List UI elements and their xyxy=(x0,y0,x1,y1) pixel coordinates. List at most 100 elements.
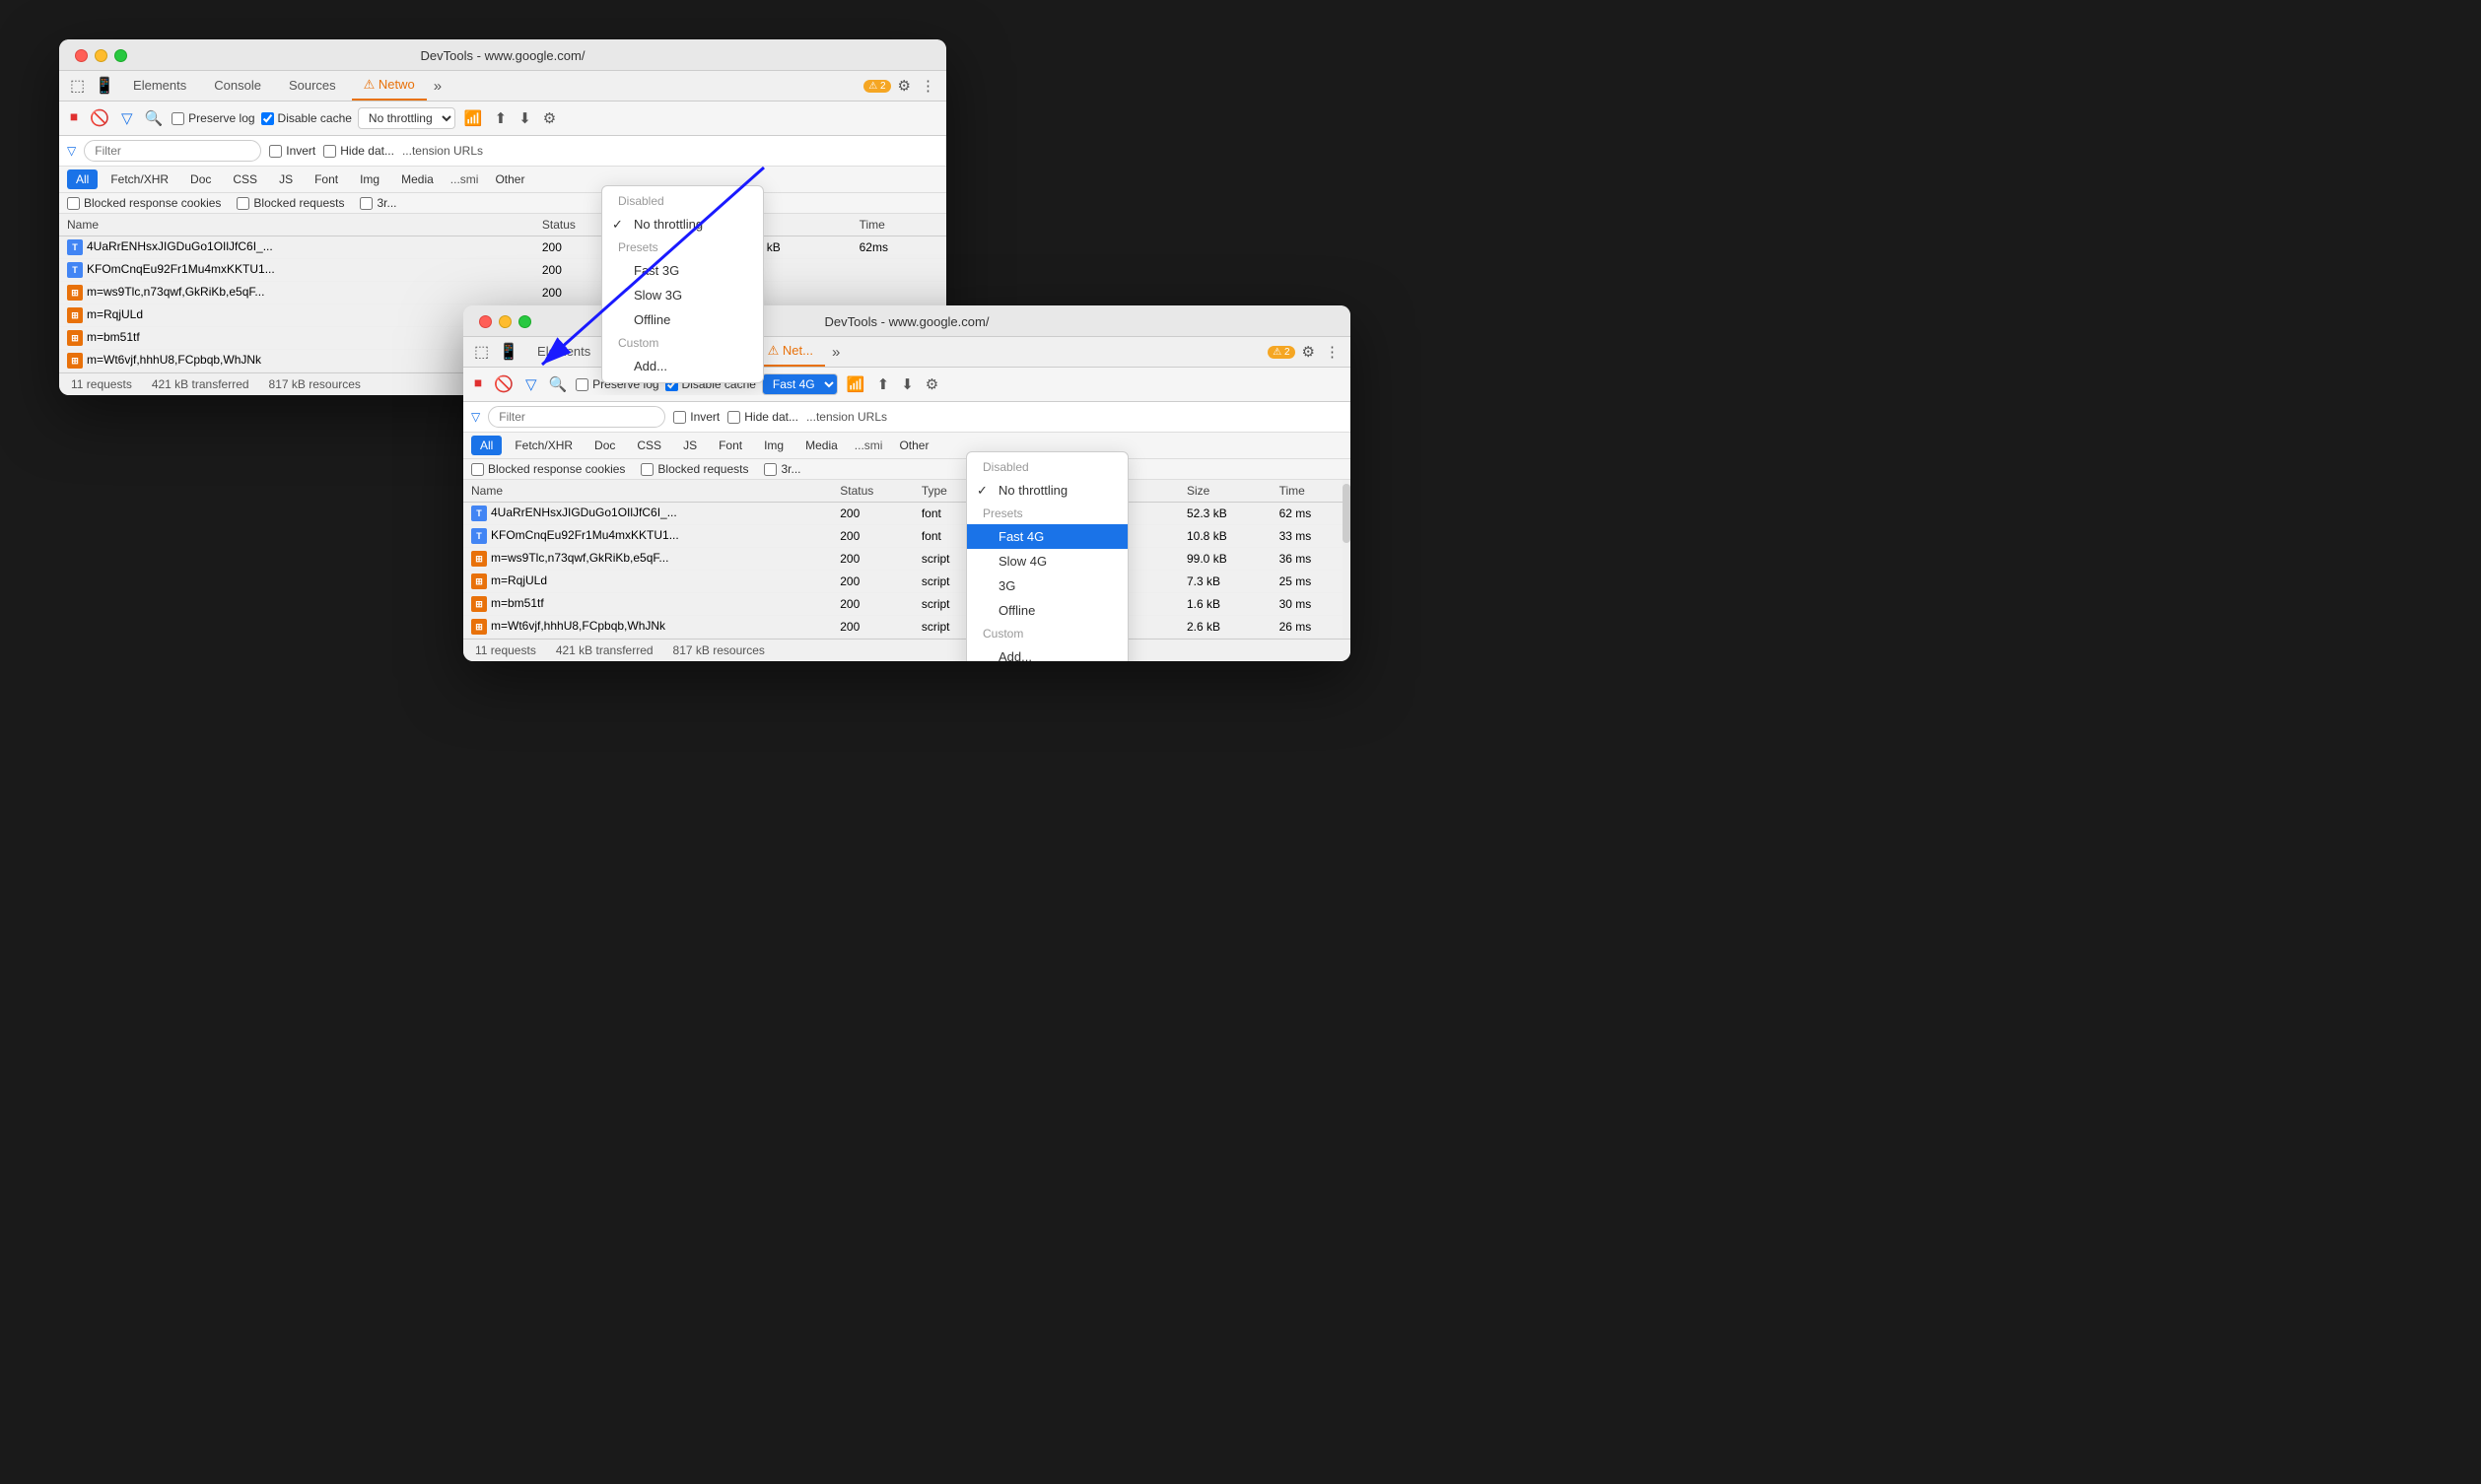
tab-sources[interactable]: Sources xyxy=(277,72,348,101)
download-icon-2[interactable]: ⬇ xyxy=(898,372,917,396)
preserve-log-checkbox-2[interactable] xyxy=(576,378,588,391)
blocked-cookies-label-2[interactable]: Blocked response cookies xyxy=(471,462,625,476)
more-options-icon[interactable]: ⋮ xyxy=(918,74,938,98)
type-js-2[interactable]: JS xyxy=(674,436,706,455)
clear-icon-2[interactable]: 🚫 xyxy=(491,371,517,397)
tab-elements-2[interactable]: Elements xyxy=(525,338,602,367)
hide-data-label-2[interactable]: Hide dat... xyxy=(727,410,798,424)
third-party-checkbox-1[interactable] xyxy=(360,197,373,210)
blocked-requests-checkbox-2[interactable] xyxy=(641,463,654,476)
blocked-requests-label-2[interactable]: Blocked requests xyxy=(641,462,748,476)
menu-no-throttling-2[interactable]: No throttling xyxy=(967,478,1128,503)
menu-fast3g-1[interactable]: Fast 3G xyxy=(602,258,763,283)
blocked-cookies-checkbox-2[interactable] xyxy=(471,463,484,476)
device-icon-2[interactable]: 📱 xyxy=(496,339,521,365)
type-img-2[interactable]: Img xyxy=(755,436,793,455)
wifi-icon-2[interactable]: 📶 xyxy=(844,372,868,396)
blocked-requests-checkbox-1[interactable] xyxy=(237,197,249,210)
blocked-cookies-checkbox-1[interactable] xyxy=(67,197,80,210)
settings-icon[interactable]: ⚙ xyxy=(895,74,914,98)
disable-cache-checkbox[interactable] xyxy=(261,112,274,125)
type-doc-2[interactable]: Doc xyxy=(586,436,624,455)
invert-label-1[interactable]: Invert xyxy=(269,144,315,158)
menu-slow3g-1[interactable]: Slow 3G xyxy=(602,283,763,307)
upload-icon-2[interactable]: ⬆ xyxy=(874,372,893,396)
device-icon[interactable]: 📱 xyxy=(92,73,117,99)
preserve-log-label[interactable]: Preserve log xyxy=(172,111,254,125)
menu-3g-2[interactable]: 3G xyxy=(967,573,1128,598)
menu-fast4g-2[interactable]: Fast 4G xyxy=(967,524,1128,549)
menu-offline-2[interactable]: Offline xyxy=(967,598,1128,623)
table-row[interactable]: T4UaRrENHsxJIGDuGo1OIlJfC6I_... 200fonta… xyxy=(463,503,1350,525)
blocked-cookies-label-1[interactable]: Blocked response cookies xyxy=(67,196,221,210)
menu-add-2[interactable]: Add... xyxy=(967,644,1128,661)
throttle-select-1[interactable]: No throttling xyxy=(358,107,455,129)
record-stop-icon-2[interactable]: ⏹ xyxy=(471,372,485,396)
type-all-2[interactable]: All xyxy=(471,436,502,455)
close-button-1[interactable] xyxy=(75,49,88,62)
tab-elements[interactable]: Elements xyxy=(121,72,198,101)
type-font-2[interactable]: Font xyxy=(710,436,751,455)
menu-no-throttling-1[interactable]: No throttling xyxy=(602,212,763,236)
maximize-button-2[interactable] xyxy=(518,315,531,328)
type-other-2[interactable]: Other xyxy=(890,436,937,455)
clear-icon[interactable]: 🚫 xyxy=(87,105,112,131)
type-xhr-1[interactable]: Fetch/XHR xyxy=(102,169,177,189)
type-xhr-2[interactable]: Fetch/XHR xyxy=(506,436,582,455)
table-row[interactable]: ⊞m=ws9Tlc,n73qwf,GkRiKb,e5qF... 200scrip… xyxy=(463,548,1350,571)
upload-icon[interactable]: ⬆ xyxy=(492,106,511,130)
cursor-icon-2[interactable]: ⬚ xyxy=(471,339,492,365)
third-party-checkbox-2[interactable] xyxy=(764,463,777,476)
type-doc-1[interactable]: Doc xyxy=(181,169,220,189)
minimize-button-2[interactable] xyxy=(499,315,512,328)
search-icon-2[interactable]: 🔍 xyxy=(545,372,570,396)
settings-icon-2[interactable]: ⚙ xyxy=(1299,340,1318,364)
tab-network[interactable]: ⚠ Netwo xyxy=(352,71,427,101)
minimize-button-1[interactable] xyxy=(95,49,107,62)
tab-console[interactable]: Console xyxy=(202,72,273,101)
filter-icon-2[interactable]: ▽ xyxy=(522,372,540,396)
maximize-button-1[interactable] xyxy=(114,49,127,62)
cursor-icon[interactable]: ⬚ xyxy=(67,73,88,99)
menu-offline-1[interactable]: Offline xyxy=(602,307,763,332)
filter-input-2[interactable] xyxy=(488,406,665,428)
third-party-label-1[interactable]: 3r... xyxy=(360,196,396,210)
table-row[interactable]: ⊞m=RqjULd 200scriptmoduleloader.js:587.3… xyxy=(463,571,1350,593)
menu-slow4g-2[interactable]: Slow 4G xyxy=(967,549,1128,573)
third-party-label-2[interactable]: 3r... xyxy=(764,462,800,476)
scrollbar-thumb[interactable] xyxy=(1343,484,1350,543)
invert-label-2[interactable]: Invert xyxy=(673,410,720,424)
wifi-icon[interactable]: 📶 xyxy=(461,106,486,130)
filter-icon[interactable]: ▽ xyxy=(118,106,136,130)
menu-add-1[interactable]: Add... xyxy=(602,354,763,378)
table-row[interactable]: ⊞m=Wt6vjf,hhhU8,FCpbqb,WhJNk 200scriptmo… xyxy=(463,616,1350,639)
disable-cache-label[interactable]: Disable cache xyxy=(261,111,352,125)
table-row[interactable]: TKFOmCnqEu92Fr1Mu4mxKKTU1... 200font xyxy=(59,259,946,282)
type-media-2[interactable]: Media xyxy=(796,436,847,455)
close-button-2[interactable] xyxy=(479,315,492,328)
more-tabs-icon-2[interactable]: » xyxy=(829,341,843,364)
invert-checkbox-2[interactable] xyxy=(673,411,686,424)
more-tabs-icon[interactable]: » xyxy=(431,75,445,98)
type-font-1[interactable]: Font xyxy=(306,169,347,189)
blocked-requests-label-1[interactable]: Blocked requests xyxy=(237,196,344,210)
preserve-log-checkbox[interactable] xyxy=(172,112,184,125)
filter-input-1[interactable] xyxy=(84,140,261,162)
type-img-1[interactable]: Img xyxy=(351,169,388,189)
hide-data-label-1[interactable]: Hide dat... xyxy=(323,144,394,158)
invert-checkbox-1[interactable] xyxy=(269,145,282,158)
table-row[interactable]: TKFOmCnqEu92Fr1Mu4mxKKTU1... 200fontapp?… xyxy=(463,525,1350,548)
search-icon[interactable]: 🔍 xyxy=(141,106,166,130)
type-css-2[interactable]: CSS xyxy=(628,436,670,455)
throttle-select-2[interactable]: Fast 4G xyxy=(762,373,838,395)
tab-network-2[interactable]: ⚠ Net... xyxy=(756,337,825,367)
table-row[interactable]: T4UaRrENHsxJIGDuGo1OIlJfC6I_... 200font5… xyxy=(59,236,946,259)
type-media-1[interactable]: Media xyxy=(392,169,443,189)
network-settings-icon-2[interactable]: ⚙ xyxy=(923,372,941,396)
type-all-1[interactable]: All xyxy=(67,169,98,189)
type-other-1[interactable]: Other xyxy=(486,169,533,189)
table-row[interactable]: ⊞m=ws9Tlc,n73qwf,GkRiKb,e5qF... 200scrip… xyxy=(59,282,946,304)
hide-data-checkbox-1[interactable] xyxy=(323,145,336,158)
table-row[interactable]: ⊞m=bm51tf 200scriptmoduleloader.js:581.6… xyxy=(463,593,1350,616)
type-css-1[interactable]: CSS xyxy=(224,169,266,189)
